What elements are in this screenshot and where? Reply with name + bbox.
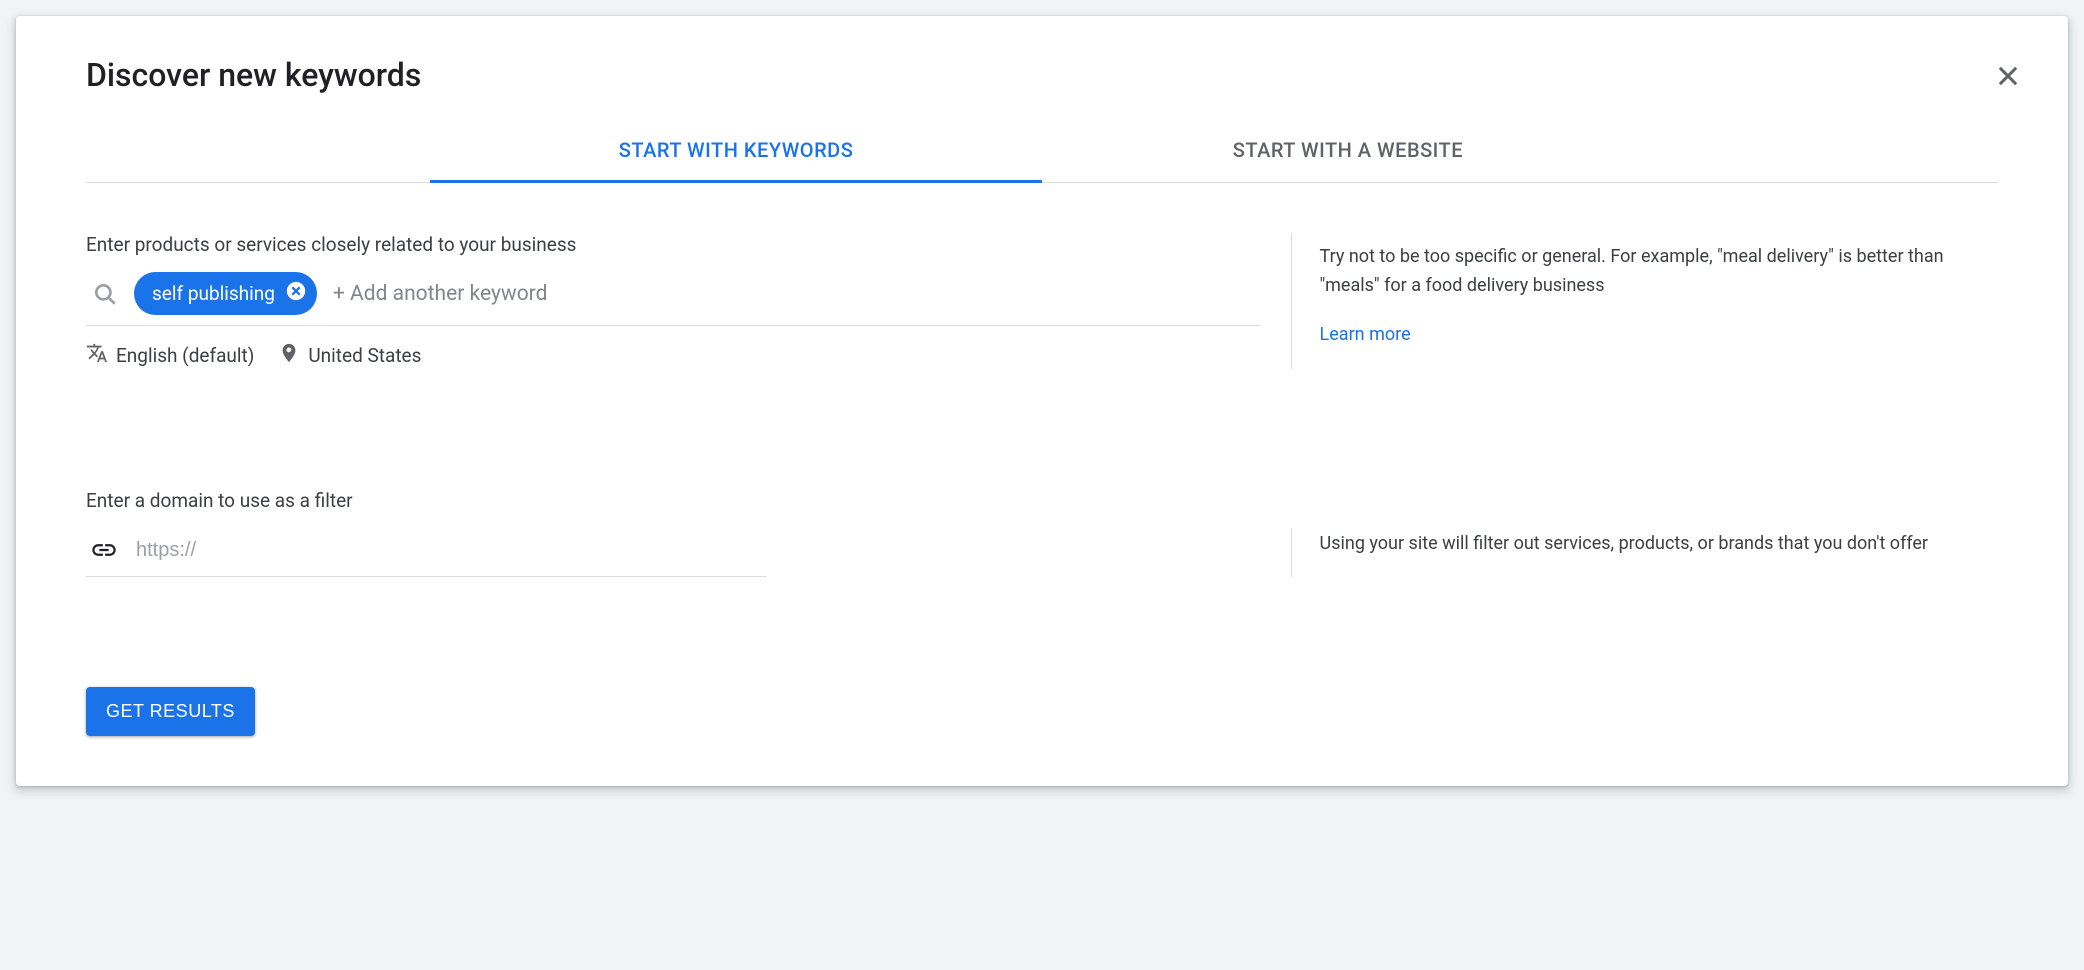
close-button[interactable] (1988, 56, 2028, 99)
domain-left (86, 528, 1291, 577)
tab-start-with-a-website[interactable]: Start with a website (1042, 122, 1654, 183)
domain-input[interactable] (136, 539, 767, 562)
tabs: Start with keywords Start with a website (86, 122, 1998, 183)
location-label: United States (308, 344, 421, 367)
remove-icon (285, 280, 307, 307)
keyword-chip: self publishing (134, 272, 317, 315)
search-icon (86, 281, 124, 307)
language-selector[interactable]: English (default) (86, 342, 254, 369)
domain-section: Enter a domain to use as a filter Using … (86, 489, 1998, 577)
remove-keyword-button[interactable] (285, 280, 307, 307)
locale-row: English (default) United States (86, 342, 1261, 369)
tab-start-with-keywords[interactable]: Start with keywords (430, 122, 1042, 183)
domain-tip: Using your site will filter out services… (1291, 528, 1998, 577)
keywords-tip: Try not to be too specific or general. F… (1291, 233, 1998, 369)
keyword-input-row[interactable]: self publishing + Add another keyword (86, 272, 1261, 326)
add-keyword-placeholder[interactable]: + Add another keyword (327, 282, 548, 306)
location-icon (278, 342, 300, 369)
dialog-header: Discover new keywords (86, 56, 1998, 94)
link-icon (86, 536, 122, 564)
keywords-left: Enter products or services closely relat… (86, 233, 1291, 369)
learn-more-link[interactable]: Learn more (1320, 321, 1411, 350)
domain-input-row (86, 528, 767, 577)
domain-field-label: Enter a domain to use as a filter (86, 489, 1998, 512)
dialog-title: Discover new keywords (86, 56, 421, 94)
translate-icon (86, 342, 108, 369)
keywords-tip-text: Try not to be too specific or general. F… (1320, 243, 1998, 301)
discover-keywords-dialog: Discover new keywords Start with keyword… (16, 16, 2068, 786)
keyword-chip-label: self publishing (152, 282, 275, 305)
get-results-button[interactable]: Get results (86, 687, 255, 736)
domain-row: Using your site will filter out services… (86, 528, 1998, 577)
language-label: English (default) (116, 344, 254, 367)
domain-tip-text: Using your site will filter out services… (1320, 530, 1998, 559)
keywords-row: Enter products or services closely relat… (86, 233, 1998, 369)
close-icon (1994, 78, 2022, 93)
location-selector[interactable]: United States (278, 342, 421, 369)
keywords-field-label: Enter products or services closely relat… (86, 233, 1261, 256)
